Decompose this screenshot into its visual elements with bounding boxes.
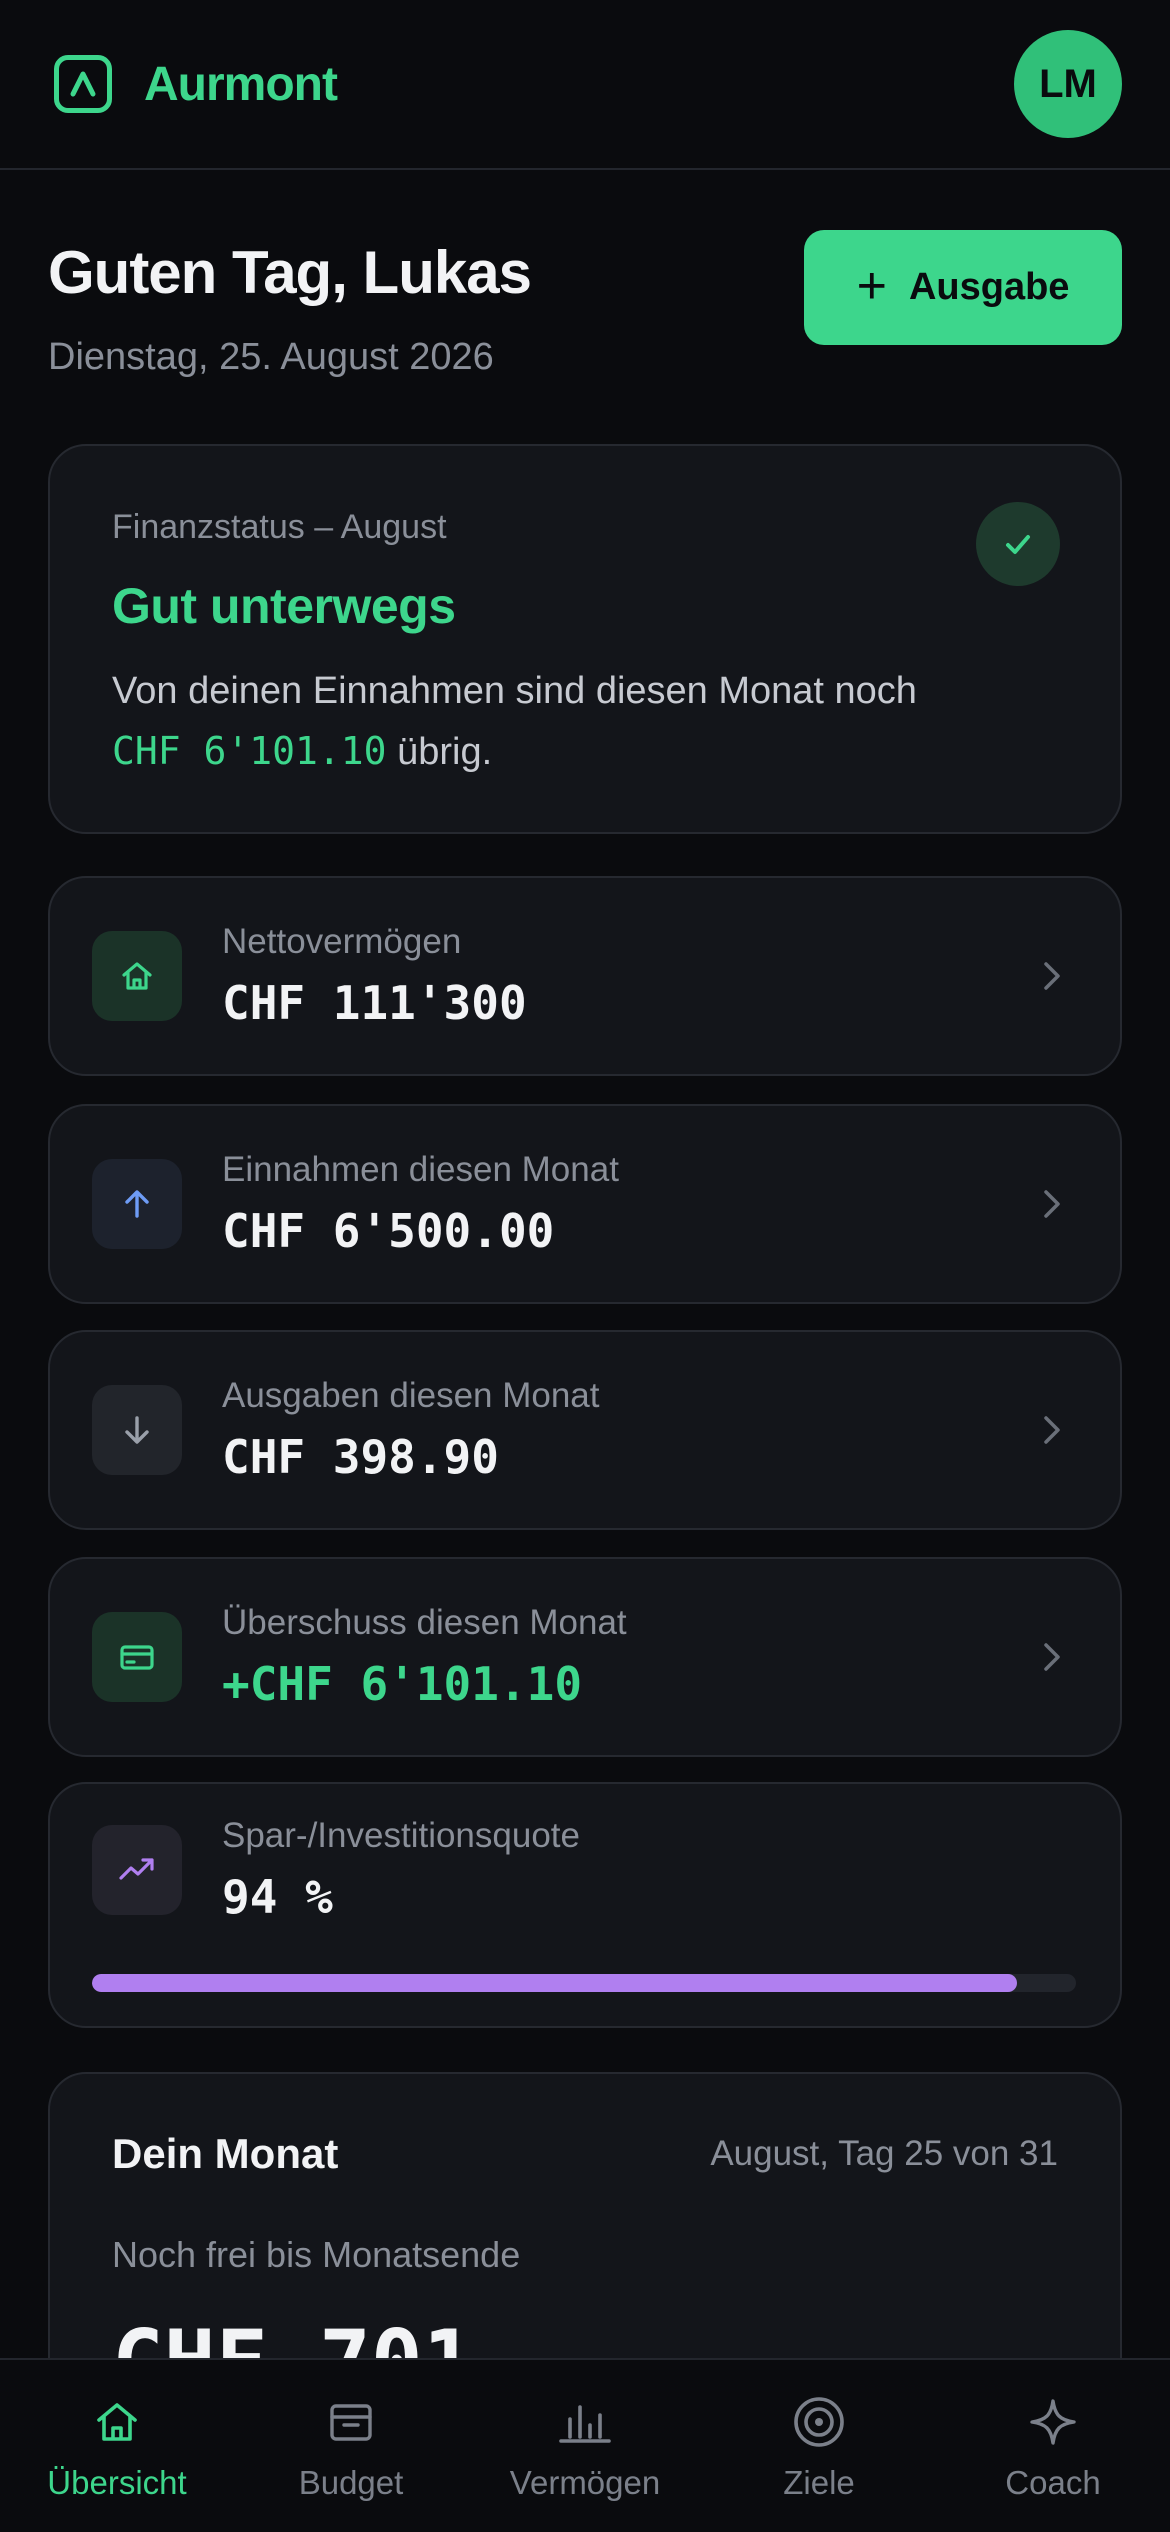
status-text-after: übrig. xyxy=(397,731,493,773)
stat-label: Nettovermögen xyxy=(222,922,462,961)
bar-chart-icon xyxy=(555,2392,615,2452)
savings-rate-progress-track xyxy=(92,1974,1076,1992)
status-text: Von deinen Einnahmen sind diesen Monat n… xyxy=(112,661,932,782)
nav-item-overview[interactable]: Übersicht xyxy=(0,2360,234,2532)
stat-label: Ausgaben diesen Monat xyxy=(222,1376,600,1415)
sparkle-icon xyxy=(1023,2392,1083,2452)
stat-value: +CHF 6'101.10 xyxy=(222,1657,583,1711)
nav-label: Vermögen xyxy=(509,2464,661,2501)
chevron-right-icon xyxy=(1044,1416,1060,1444)
app-screen: Aurmont LM Guten Tag, Lukas Dienstag, 25… xyxy=(0,0,1170,2532)
stat-card-expenses[interactable]: Ausgaben diesen Monat CHF 398.90 xyxy=(48,1330,1122,1530)
trending-up-icon xyxy=(92,1825,182,1915)
stat-value: 94 % xyxy=(222,1870,333,1924)
home-icon xyxy=(87,2392,147,2452)
bottom-nav: Übersicht Budget Vermögen Ziele Coach xyxy=(0,2358,1170,2532)
add-expense-button[interactable]: + Ausgabe xyxy=(804,230,1122,345)
plus-icon: + xyxy=(856,256,887,315)
stat-card-income[interactable]: Einnahmen diesen Monat CHF 6'500.00 xyxy=(48,1104,1122,1304)
stat-label: Spar-/Investitionsquote xyxy=(222,1816,580,1855)
nav-label: Budget xyxy=(298,2464,404,2501)
chevron-right-icon xyxy=(1044,1190,1060,1218)
home-icon xyxy=(92,931,182,1021)
stat-value: CHF 111'300 xyxy=(222,976,527,1030)
top-bar: Aurmont LM xyxy=(0,0,1170,170)
savings-rate-card: Spar-/Investitionsquote 94 % xyxy=(48,1782,1122,2028)
chevron-right-icon xyxy=(1044,962,1060,990)
app-name: Aurmont xyxy=(144,57,338,111)
avatar[interactable]: LM xyxy=(1014,30,1122,138)
check-icon xyxy=(976,502,1060,586)
nav-label: Coach xyxy=(1005,2464,1101,2501)
archive-box-icon xyxy=(321,2392,381,2452)
status-label: Finanzstatus – August xyxy=(112,508,447,546)
stat-card-surplus[interactable]: Überschuss diesen Monat +CHF 6'101.10 xyxy=(48,1557,1122,1757)
finance-status-card: Finanzstatus – August Gut unterwegs Von … xyxy=(48,444,1122,834)
chevron-right-icon xyxy=(1044,1643,1060,1671)
nav-item-goals[interactable]: Ziele xyxy=(702,2360,936,2532)
card-icon xyxy=(92,1612,182,1702)
month-subtitle: Noch frei bis Monatsende xyxy=(112,2234,521,2275)
status-title: Gut unterwegs xyxy=(112,578,456,634)
nav-item-coach[interactable]: Coach xyxy=(936,2360,1170,2532)
month-title: Dein Monat xyxy=(112,2130,339,2177)
status-amount: CHF 6'101.10 xyxy=(112,729,387,773)
current-date: Dienstag, 25. August 2026 xyxy=(48,336,494,378)
stat-value: CHF 6'500.00 xyxy=(222,1204,555,1258)
nav-label: Ziele xyxy=(783,2464,855,2501)
target-icon xyxy=(789,2392,849,2452)
arrow-down-icon xyxy=(92,1385,182,1475)
nav-item-budget[interactable]: Budget xyxy=(234,2360,468,2532)
savings-rate-progress-fill xyxy=(92,1974,1017,1992)
page-title: Guten Tag, Lukas xyxy=(48,239,532,306)
stat-label: Überschuss diesen Monat xyxy=(222,1603,627,1642)
status-text-before: Von deinen Einnahmen sind diesen Monat n… xyxy=(112,670,917,712)
stat-card-net-worth[interactable]: Nettovermögen CHF 111'300 xyxy=(48,876,1122,1076)
nav-item-assets[interactable]: Vermögen xyxy=(468,2360,702,2532)
arrow-up-icon xyxy=(92,1159,182,1249)
month-progress-text: August, Tag 25 von 31 xyxy=(710,2134,1058,2173)
nav-label: Übersicht xyxy=(47,2464,187,2501)
stat-value: CHF 398.90 xyxy=(222,1430,499,1484)
add-expense-label: Ausgabe xyxy=(908,266,1070,308)
aurmont-logo-icon[interactable] xyxy=(54,55,112,113)
stat-label: Einnahmen diesen Monat xyxy=(222,1150,619,1189)
